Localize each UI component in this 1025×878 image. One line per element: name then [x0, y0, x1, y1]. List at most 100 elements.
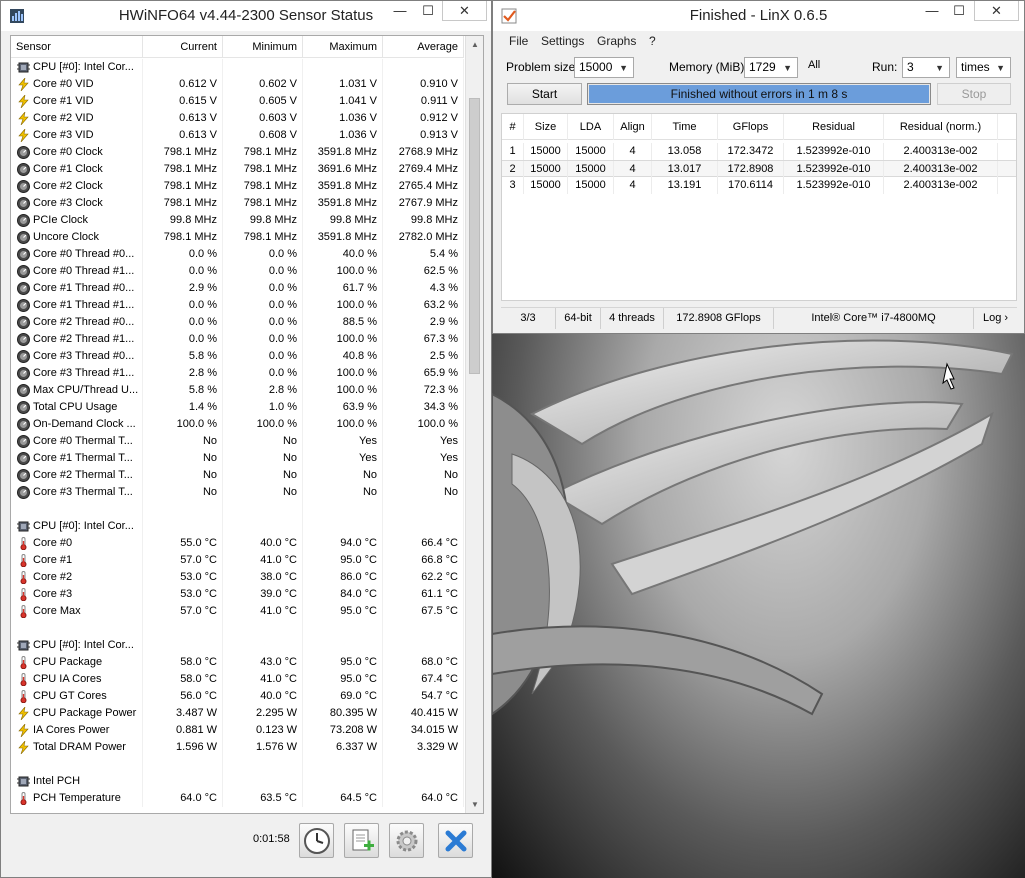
sensor-row[interactable]: Core #1 Thermal T... No No Yes Yes	[11, 450, 464, 467]
log-button[interactable]: Log ›	[974, 308, 1017, 329]
sensor-row[interactable]: Core #3 VID 0.613 V 0.608 V 1.036 V 0.913 V	[11, 127, 464, 144]
column-header-current[interactable]: Current	[143, 36, 223, 58]
scroll-down-arrow-icon[interactable]: ▼	[466, 796, 483, 813]
minimize-button[interactable]: —	[387, 1, 413, 21]
sensor-row[interactable]: PCIe Clock 99.8 MHz 99.8 MHz 99.8 MHz 99.8 M…	[11, 212, 464, 229]
sensor-row[interactable]: Core Max 57.0 °C 41.0 °C 95.0 °C 67.5 °C	[11, 603, 464, 620]
sensor-name: CPU IA Cores	[11, 671, 143, 688]
sensor-row[interactable]: Uncore Clock 798.1 MHz 798.1 MHz 3591.8 MHz…	[11, 229, 464, 246]
sensor-row[interactable]: Core #2 Thermal T... No No No No	[11, 467, 464, 484]
sensor-row[interactable]: Core #0 Thermal T... No No Yes Yes	[11, 433, 464, 450]
sensor-minimum: 798.1 MHz	[223, 178, 303, 195]
sensor-maximum: 94.0 °C	[303, 535, 383, 552]
sensor-group-row[interactable]: Intel PCH	[11, 773, 464, 790]
sensor-row[interactable]: Core #0 55.0 °C 40.0 °C 94.0 °C 66.4 °C	[11, 535, 464, 552]
hwinfo-titlebar[interactable]: HWiNFO64 v4.44-2300 Sensor Status — ☐ ✕	[1, 1, 491, 31]
sensor-row[interactable]: Core #2 53.0 °C 38.0 °C 86.0 °C 62.2 °C	[11, 569, 464, 586]
sensor-average: 54.7 °C	[383, 688, 464, 705]
column-header-lda[interactable]: LDA	[568, 114, 614, 140]
menu-settings[interactable]: Settings	[541, 34, 584, 48]
column-header-residual[interactable]: Residual	[784, 114, 884, 140]
results-table[interactable]: # Size LDA Align Time GFlops Residual Residual …	[501, 113, 1017, 301]
sensor-row[interactable]: CPU GT Cores 56.0 °C 40.0 °C 69.0 °C 54.7 °C	[11, 688, 464, 705]
maximize-button[interactable]: ☐	[415, 1, 441, 21]
start-button[interactable]: Start	[507, 83, 582, 105]
sensor-row[interactable]: IA Cores Power 0.881 W 0.123 W 73.208 W 34.0…	[11, 722, 464, 739]
column-header-gflops[interactable]: GFlops	[718, 114, 784, 140]
sensor-maximum: 100.0 %	[303, 365, 383, 382]
sensor-row[interactable]: Core #3 53.0 °C 39.0 °C 84.0 °C 61.1 °C	[11, 586, 464, 603]
sensor-row[interactable]: Core #3 Thermal T... No No No No	[11, 484, 464, 501]
sensor-maximum: 73.208 W	[303, 722, 383, 739]
sensor-row[interactable]: Core #3 Thread #0... 5.8 % 0.0 % 40.8 % 2.5 …	[11, 348, 464, 365]
sensor-row[interactable]: Core #2 VID 0.613 V 0.603 V 1.036 V 0.912 V	[11, 110, 464, 127]
sensor-row[interactable]: CPU Package 58.0 °C 43.0 °C 95.0 °C 68.0 °C	[11, 654, 464, 671]
linx-close-button[interactable]: ✕	[974, 1, 1019, 21]
sensor-row[interactable]: Core #2 Thread #0... 0.0 % 0.0 % 88.5 % 2.9 …	[11, 314, 464, 331]
sensor-group-row[interactable]: CPU [#0]: Intel Cor...	[11, 637, 464, 654]
linx-titlebar[interactable]: Finished - LinX 0.6.5 — ☐ ✕	[493, 1, 1024, 31]
results-table-row[interactable]: 1 15000 15000 4 13.058 172.3472 1.523992e-010 2…	[502, 143, 1016, 160]
sensor-row[interactable]: Core #0 Thread #0... 0.0 % 0.0 % 40.0 % 5.4 …	[11, 246, 464, 263]
column-header-run-number[interactable]: #	[502, 114, 524, 140]
results-table-row[interactable]: 2 15000 15000 4 13.017 172.8908 1.523992e-010 2…	[502, 160, 1016, 178]
memory-select[interactable]: 1729 ▼	[744, 57, 798, 78]
sensor-row[interactable]: Core #2 Clock 798.1 MHz 798.1 MHz 3591.8 MH…	[11, 178, 464, 195]
column-header-size[interactable]: Size	[524, 114, 568, 140]
menu-graphs[interactable]: Graphs	[597, 34, 636, 48]
sensor-maximum: 100.0 %	[303, 297, 383, 314]
sensor-row[interactable]: Core #1 Thread #1... 0.0 % 0.0 % 100.0 % 63.…	[11, 297, 464, 314]
run-unit-select[interactable]: times ▼	[956, 57, 1011, 78]
settings-button[interactable]	[389, 823, 424, 858]
memory-all-option[interactable]: All	[808, 59, 820, 71]
column-header-sensor[interactable]: Sensor	[11, 36, 143, 58]
sensor-row[interactable]: Core #1 Clock 798.1 MHz 798.1 MHz 3691.6 MH…	[11, 161, 464, 178]
sensor-group-row[interactable]: CPU [#0]: Intel Cor...	[11, 59, 464, 76]
sensor-row[interactable]: Core #2 Thread #1... 0.0 % 0.0 % 100.0 % 67.…	[11, 331, 464, 348]
scrollbar-thumb[interactable]	[469, 98, 480, 374]
sensor-row[interactable]: Core #0 Clock 798.1 MHz 798.1 MHz 3591.8 MH…	[11, 144, 464, 161]
sensor-row[interactable]: PCH Temperature 64.0 °C 63.5 °C 64.5 °C 64.0…	[11, 790, 464, 807]
clock-button[interactable]	[299, 823, 334, 858]
report-button[interactable]	[344, 823, 379, 858]
sensor-row[interactable]: Core #1 Thread #0... 2.9 % 0.0 % 61.7 % 4.3 …	[11, 280, 464, 297]
results-table-row[interactable]: 3 15000 15000 4 13.191 170.6114 1.523992e-010 2…	[502, 177, 1016, 194]
cell-align: 4	[614, 161, 652, 178]
sensor-row[interactable]: Core #0 VID 0.612 V 0.602 V 1.031 V 0.910 V	[11, 76, 464, 93]
exit-button[interactable]	[438, 823, 473, 858]
column-header-align[interactable]: Align	[614, 114, 652, 140]
sensor-row[interactable]: Core #1 57.0 °C 41.0 °C 95.0 °C 66.8 °C	[11, 552, 464, 569]
sensor-row[interactable]: Core #1 VID 0.615 V 0.605 V 1.041 V 0.911 V	[11, 93, 464, 110]
scroll-up-arrow-icon[interactable]: ▲	[466, 36, 483, 53]
menu-help[interactable]: ?	[649, 34, 656, 48]
sensor-row[interactable]: Core #0 Thread #1... 0.0 % 0.0 % 100.0 % 62.…	[11, 263, 464, 280]
sensor-row[interactable]: Max CPU/Thread U... 5.8 % 2.8 % 100.0 % 72.3…	[11, 382, 464, 399]
sensor-row[interactable]: Core #3 Thread #1... 2.8 % 0.0 % 100.0 % 65.…	[11, 365, 464, 382]
column-header-residual-norm[interactable]: Residual (norm.)	[884, 114, 998, 140]
stop-button[interactable]: Stop	[937, 83, 1011, 105]
sensor-row[interactable]: Core #3 Clock 798.1 MHz 798.1 MHz 3591.8 MH…	[11, 195, 464, 212]
sensor-list[interactable]: Sensor Current Minimum Maximum Average C…	[10, 35, 484, 814]
sensor-maximum: 3591.8 MHz	[303, 229, 383, 246]
menu-file[interactable]: File	[509, 34, 528, 48]
sensor-row[interactable]: Total DRAM Power 1.596 W 1.576 W 6.337 W 3.3…	[11, 739, 464, 756]
linx-minimize-button[interactable]: —	[919, 1, 945, 21]
sensor-row[interactable]: CPU IA Cores 58.0 °C 41.0 °C 95.0 °C 67.4 °C	[11, 671, 464, 688]
sensor-row[interactable]: On-Demand Clock ... 100.0 % 100.0 % 100.0 %…	[11, 416, 464, 433]
sensor-maximum: 3591.8 MHz	[303, 144, 383, 161]
column-header-average[interactable]: Average	[383, 36, 464, 58]
sensor-group-row[interactable]: CPU [#0]: Intel Cor...	[11, 518, 464, 535]
sensor-maximum	[303, 59, 383, 76]
column-header-minimum[interactable]: Minimum	[223, 36, 303, 58]
sensor-name: Core #3 Thread #1...	[11, 365, 143, 382]
linx-maximize-button[interactable]: ☐	[946, 1, 972, 21]
sensor-row[interactable]: Total CPU Usage 1.4 % 1.0 % 63.9 % 34.3 %	[11, 399, 464, 416]
sensor-list-scrollbar[interactable]: ▲ ▼	[465, 36, 483, 813]
cell-residual-norm: 2.400313e-002	[884, 161, 998, 178]
close-button[interactable]: ✕	[442, 1, 487, 21]
problem-size-select[interactable]: 15000 ▼	[574, 57, 634, 78]
run-count-select[interactable]: 3 ▼	[902, 57, 950, 78]
column-header-time[interactable]: Time	[652, 114, 718, 140]
sensor-row[interactable]: CPU Package Power 3.487 W 2.295 W 80.395 W4…	[11, 705, 464, 722]
column-header-maximum[interactable]: Maximum	[303, 36, 383, 58]
